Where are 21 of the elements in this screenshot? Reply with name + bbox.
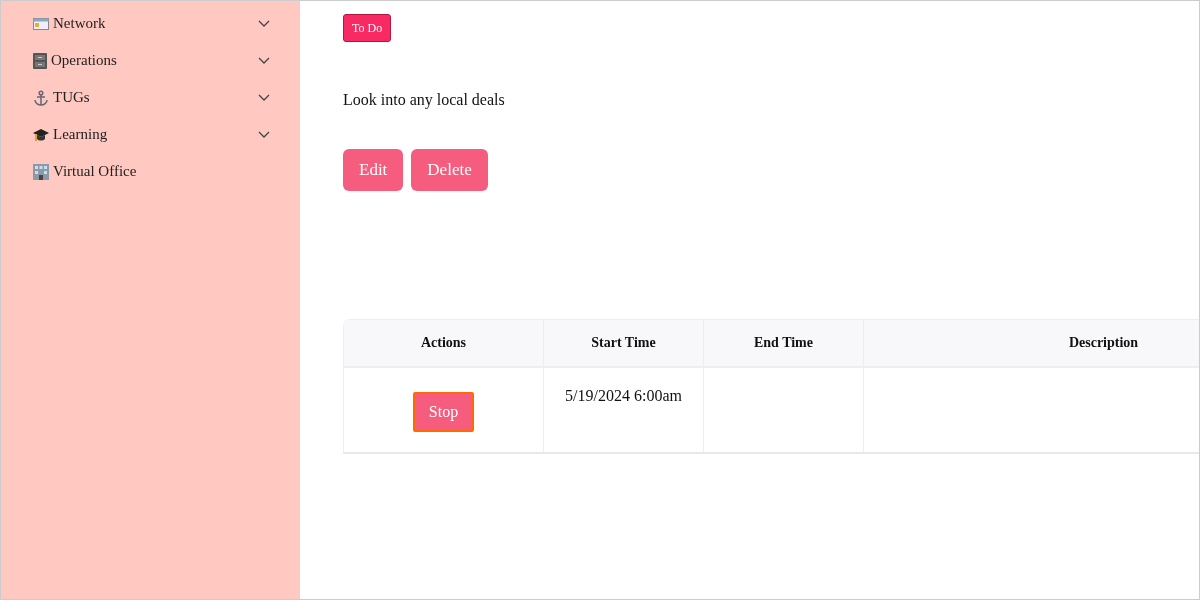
sidebar-item[interactable]: Operations [51, 49, 254, 72]
column-header: Start Time [544, 319, 704, 368]
sidebar-item[interactable]: Virtual Office [53, 160, 270, 183]
card-icon [33, 17, 49, 30]
sidebar-item[interactable]: TUGs [53, 86, 254, 109]
sidebar-item[interactable]: Network [53, 12, 254, 35]
column-header: Description [864, 319, 1199, 368]
anchor-icon [33, 89, 49, 106]
sidebar-item[interactable]: Learning [53, 123, 254, 146]
chevron-down-icon[interactable] [258, 19, 270, 28]
table-cell-text: 5/19/2024 6:00am [565, 385, 682, 406]
chevron-down-icon[interactable] [258, 56, 270, 65]
building-icon [33, 163, 49, 180]
graduation-cap-icon [33, 126, 49, 143]
cabinet-icon [33, 52, 47, 69]
chevron-down-icon[interactable] [258, 130, 270, 139]
task-description: Look into any local deals [343, 90, 506, 111]
column-header: Actions [344, 319, 544, 368]
status-tag: To Do [343, 14, 392, 42]
column-header: End Time [704, 319, 864, 368]
chevron-down-icon[interactable] [258, 93, 270, 102]
